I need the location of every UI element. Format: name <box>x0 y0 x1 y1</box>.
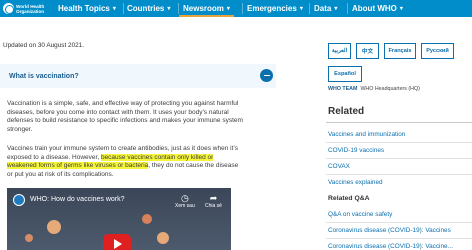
related-link[interactable]: Vaccines explained <box>328 179 383 186</box>
share-icon: ➦ <box>209 193 218 203</box>
nav-data[interactable]: Data ▾ <box>314 0 337 17</box>
watch-later-label: Xem sau <box>175 203 195 209</box>
watch-later-button[interactable]: ◷ Xem sau <box>175 193 195 209</box>
who-team-label: WHO TEAM <box>328 86 358 92</box>
nav-countries[interactable]: Countries ▾ <box>127 0 170 17</box>
related-link[interactable]: COVAX <box>328 163 350 170</box>
paragraph-vaccines-train: Vaccines train your immune system to cre… <box>7 145 243 180</box>
virus-illustration <box>47 220 61 234</box>
virus-illustration <box>157 232 169 244</box>
nav-divider <box>242 3 243 14</box>
accordion-what-is-vaccination[interactable]: What is vaccination? <box>0 64 276 88</box>
share-button[interactable]: ➦ Chia sẻ <box>205 193 222 209</box>
language-chinese-button[interactable]: 中文 <box>356 43 379 59</box>
nav-emergencies-label: Emergencies <box>247 4 297 13</box>
related-link[interactable]: COVID-19 vaccines <box>328 147 384 154</box>
related-link[interactable]: Vaccines and immunization <box>328 131 405 138</box>
collapse-minus-icon[interactable] <box>260 69 273 82</box>
chevron-down-icon: ▾ <box>226 6 230 12</box>
chevron-down-icon: ▾ <box>334 6 338 12</box>
chevron-down-icon: ▾ <box>167 6 171 12</box>
logo-text-line1: World Health <box>16 3 45 9</box>
virus-illustration <box>142 214 152 224</box>
virus-illustration <box>25 234 33 242</box>
nav-divider <box>347 3 348 14</box>
who-team-value[interactable]: WHO Headquarters (HQ) <box>360 86 419 92</box>
nav-countries-label: Countries <box>127 4 165 13</box>
nav-about-who-label: About WHO <box>352 4 397 13</box>
qa-link[interactable]: Coronavirus disease (COVID-19): Vaccine.… <box>328 243 453 250</box>
top-navigation: World Health Organization Health Topics … <box>0 0 472 17</box>
divider <box>326 222 472 223</box>
share-label: Chia sẻ <box>205 203 222 209</box>
video-player[interactable]: WHO: How do vaccines work? ◷ Xem sau ➦ C… <box>7 188 231 250</box>
who-logo[interactable]: World Health Organization <box>0 0 52 17</box>
clock-icon: ◷ <box>180 193 189 203</box>
channel-avatar[interactable] <box>13 194 25 206</box>
chevron-down-icon: ▾ <box>399 6 403 12</box>
chevron-down-icon: ▾ <box>112 6 116 12</box>
logo-text-line2: Organization <box>16 8 45 14</box>
language-french-button[interactable]: Français <box>384 43 416 59</box>
qa-link[interactable]: Coronavirus disease (COVID-19): Vaccines <box>328 227 451 234</box>
qa-link[interactable]: Q&A on vaccine safety <box>328 211 392 218</box>
updated-date: Updated on 30 August 2021. <box>3 42 85 49</box>
play-button-icon[interactable] <box>103 234 131 250</box>
divider <box>326 122 472 123</box>
who-globe-icon <box>3 3 14 14</box>
divider <box>326 142 472 143</box>
video-title[interactable]: WHO: How do vaccines work? <box>30 196 125 203</box>
related-qa-heading: Related Q&A <box>328 195 370 202</box>
paragraph-vaccination-intro: Vaccination is a simple, safe, and effec… <box>7 100 243 134</box>
related-heading: Related <box>328 106 365 117</box>
nav-newsroom[interactable]: Newsroom ▾ <box>179 0 234 17</box>
nav-health-topics[interactable]: Health Topics ▾ <box>58 0 116 17</box>
nav-divider <box>123 3 124 14</box>
nav-emergencies[interactable]: Emergencies ▾ <box>247 0 303 17</box>
divider <box>326 158 472 159</box>
nav-newsroom-label: Newsroom <box>183 4 224 13</box>
language-arabic-button[interactable]: العربية <box>328 43 351 59</box>
nav-about-who[interactable]: About WHO ▾ <box>352 0 403 17</box>
divider <box>326 238 472 239</box>
divider <box>326 174 472 175</box>
accordion-title: What is vaccination? <box>9 72 79 80</box>
nav-health-topics-label: Health Topics <box>58 4 110 13</box>
nav-data-label: Data <box>314 4 332 13</box>
nav-divider <box>309 3 310 14</box>
language-spanish-button[interactable]: Español <box>328 66 362 82</box>
who-team: WHO TEAM WHO Headquarters (HQ) <box>328 86 420 92</box>
language-russian-button[interactable]: Русский <box>421 43 454 59</box>
chevron-down-icon: ▾ <box>299 6 303 12</box>
nav-divider <box>178 3 179 14</box>
